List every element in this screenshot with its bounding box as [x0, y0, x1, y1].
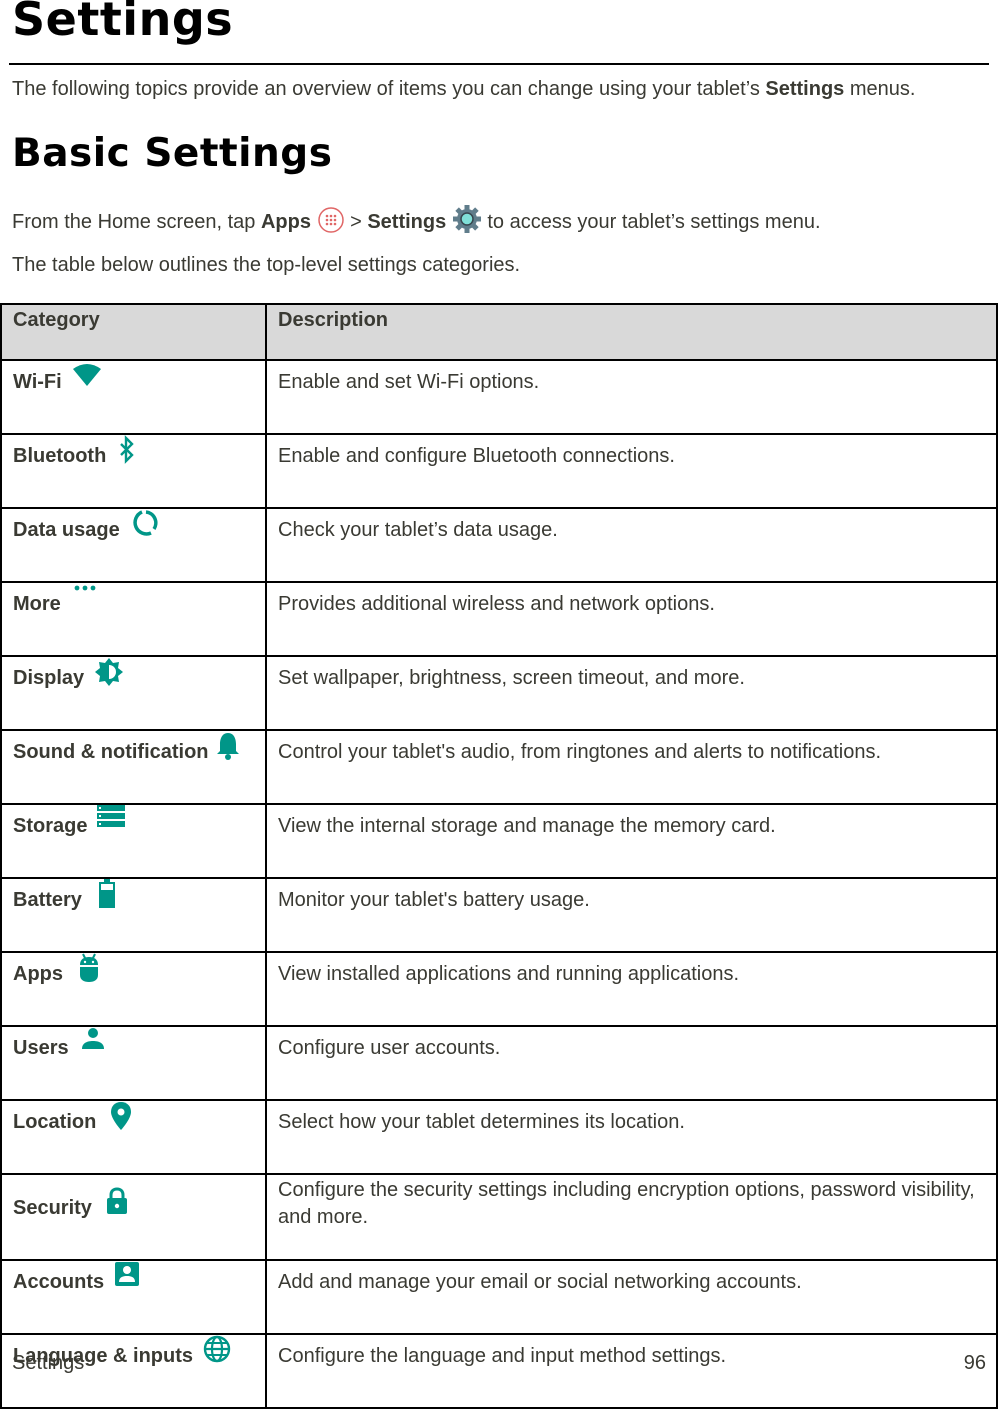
instr-text-end: to access your tablet’s settings menu.: [481, 211, 821, 233]
description-cell: Configure user accounts.: [265, 1025, 998, 1101]
intro-bold: Settings: [765, 78, 845, 100]
category-label: Bluetooth: [13, 445, 107, 467]
brightness-icon: [94, 657, 124, 687]
instr-text: From the Home screen, tap: [12, 211, 261, 233]
footer-section-name: Settings: [12, 1352, 85, 1374]
category-label: Sound & notification: [13, 741, 209, 763]
description-cell: Configure the language and input method …: [265, 1333, 998, 1409]
description-cell: View installed applications and running …: [265, 951, 998, 1027]
description-cell: Set wallpaper, brightness, screen timeou…: [265, 655, 998, 731]
table-row: Bluetooth Enable and configure Bluetooth…: [0, 433, 998, 509]
wifi-icon: [72, 363, 102, 387]
description-cell: Provides additional wireless and network…: [265, 581, 998, 657]
instr-sep: >: [344, 211, 368, 233]
gear-icon: [452, 204, 482, 240]
intro-text-end: menus.: [844, 78, 916, 100]
lock-icon: [106, 1187, 128, 1215]
intro-text: The following topics provide an overview…: [12, 78, 766, 100]
storage-icon: [97, 805, 126, 827]
bell-icon: [215, 731, 241, 761]
category-cell: Security: [0, 1173, 267, 1261]
category-label: Wi-Fi: [13, 371, 62, 393]
category-label: Data usage: [13, 519, 120, 541]
table-row: Wi-Fi Enable and set Wi-Fi options.: [0, 359, 998, 435]
header-description: Description: [265, 303, 998, 361]
data-usage-icon: [130, 509, 158, 537]
footer-page-number: 96: [963, 1352, 986, 1374]
category-label: Security: [13, 1197, 92, 1219]
header-category: Category: [0, 303, 267, 361]
account-box-icon: [114, 1261, 140, 1287]
title-divider: [9, 63, 989, 65]
category-cell: Accounts: [0, 1259, 267, 1335]
intro-paragraph: The following topics provide an overview…: [12, 78, 915, 101]
section-title: Basic Settings: [12, 131, 333, 176]
category-cell: Storage: [0, 803, 267, 879]
category-cell: Data usage: [0, 507, 267, 583]
category-label: Battery: [13, 889, 82, 911]
description-cell: Control your tablet's audio, from ringto…: [265, 729, 998, 805]
category-cell: Sound & notification: [0, 729, 267, 805]
description-cell: Select how your tablet determines its lo…: [265, 1099, 998, 1175]
description-cell: View the internal storage and manage the…: [265, 803, 998, 879]
table-row: Sound & notification Control your tablet…: [0, 729, 998, 805]
table-row: More Provides additional wireless and ne…: [0, 581, 998, 657]
table-row: Data usage Check your tablet’s data usag…: [0, 507, 998, 583]
table-row: Battery Monitor your tablet's battery us…: [0, 877, 998, 953]
category-label: More: [13, 593, 61, 615]
description-cell: Configure the security settings includin…: [265, 1173, 998, 1261]
table-row: Storage View the internal storage and ma…: [0, 803, 998, 879]
page-title: Settings: [12, 0, 234, 46]
description-cell: Monitor your tablet's battery usage.: [265, 877, 998, 953]
android-icon: [79, 953, 99, 983]
category-cell: Users: [0, 1025, 267, 1101]
category-cell: Location: [0, 1099, 267, 1175]
table-header-row: Category Description: [0, 303, 998, 361]
access-instructions: From the Home screen, tap Apps > Setting…: [12, 204, 821, 240]
table-row: Users Configure user accounts.: [0, 1025, 998, 1101]
apps-launcher-icon: [317, 206, 345, 240]
category-label: Storage: [13, 815, 88, 837]
table-row: Security Configure the security settings…: [0, 1173, 998, 1261]
category-label: Display: [13, 667, 85, 689]
bluetooth-icon: [118, 435, 136, 465]
category-cell: Wi-Fi: [0, 359, 267, 435]
category-cell: Display: [0, 655, 267, 731]
table-row: Display Set wallpaper, brightness, scree…: [0, 655, 998, 731]
description-cell: Enable and set Wi-Fi options.: [265, 359, 998, 435]
category-cell: Bluetooth: [0, 433, 267, 509]
more-dots-icon: [73, 583, 97, 597]
description-cell: Check your tablet’s data usage.: [265, 507, 998, 583]
category-cell: More: [0, 581, 267, 657]
table-row: Language & inputs Configure the language…: [0, 1333, 998, 1409]
table-row: Apps View installed applications and run…: [0, 951, 998, 1027]
user-icon: [81, 1027, 105, 1051]
table-row: Accounts Add and manage your email or so…: [0, 1259, 998, 1335]
category-label: Users: [13, 1037, 69, 1059]
instr-settings: Settings: [367, 211, 447, 233]
globe-icon: [203, 1335, 231, 1363]
category-label: Apps: [13, 963, 63, 985]
table-intro: The table below outlines the top-level s…: [12, 254, 521, 276]
location-pin-icon: [110, 1101, 132, 1131]
instr-apps: Apps: [260, 211, 311, 233]
description-cell: Enable and configure Bluetooth connectio…: [265, 433, 998, 509]
battery-icon: [98, 879, 116, 909]
table-row: Location Select how your tablet determin…: [0, 1099, 998, 1175]
category-cell: Battery: [0, 877, 267, 953]
category-label: Accounts: [13, 1271, 105, 1293]
settings-categories-table: Category Description Wi-Fi Enable and se…: [0, 303, 998, 1409]
category-cell: Apps: [0, 951, 267, 1027]
category-label: Location: [13, 1111, 97, 1133]
description-cell: Add and manage your email or social netw…: [265, 1259, 998, 1335]
